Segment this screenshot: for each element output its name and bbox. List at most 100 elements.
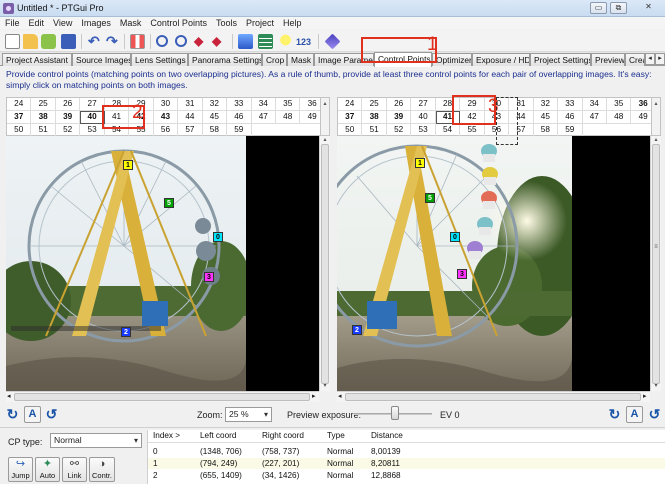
right-image-viewer[interactable]: 1 5 0 3 2: [337, 136, 650, 391]
image-number-cell[interactable]: 30: [153, 98, 179, 111]
control-point-marker-1[interactable]: 1: [123, 160, 133, 170]
close-button[interactable]: ✕: [640, 2, 657, 14]
tab-preview[interactable]: Preview: [591, 53, 625, 66]
right-selector-scrollbar[interactable]: ▴: [651, 97, 661, 136]
image-number-cell[interactable]: 33: [558, 98, 583, 111]
image-number-cell[interactable]: 35: [275, 98, 301, 111]
column-header-distance[interactable]: Distance: [371, 430, 403, 442]
scroll-left-icon[interactable]: ◂: [7, 392, 11, 402]
menu-mask[interactable]: Mask: [115, 17, 146, 29]
undo-icon[interactable]: ↶: [88, 34, 103, 49]
tab-source-images[interactable]: Source Images: [72, 53, 131, 66]
menu-help[interactable]: Help: [278, 17, 306, 29]
menu-project[interactable]: Project: [241, 17, 278, 29]
image-number-cell[interactable]: 37: [7, 111, 32, 124]
left-viewer-hscroll-thumb[interactable]: [14, 393, 310, 401]
column-header-index[interactable]: Index >: [153, 430, 180, 442]
left-image-viewer[interactable]: 1 5 0 3 2: [6, 136, 319, 391]
exposure-slider-thumb[interactable]: [391, 406, 399, 420]
tab-project-settings[interactable]: Project Settings: [530, 53, 591, 66]
scroll-up-icon[interactable]: ▴: [320, 136, 330, 143]
tab-create[interactable]: Crea: [625, 53, 645, 66]
image-number-cell[interactable]: 38: [31, 111, 56, 124]
auto-align-left-button[interactable]: A: [24, 406, 41, 423]
image-number-cell[interactable]: 43: [153, 111, 179, 124]
scroll-down-icon[interactable]: ▾: [320, 382, 330, 389]
menu-images[interactable]: Images: [76, 17, 115, 29]
scroll-up-icon[interactable]: ▴: [654, 101, 657, 107]
control-point-marker-5[interactable]: 5: [425, 193, 435, 203]
save-icon[interactable]: [61, 34, 76, 49]
minimize-button[interactable]: ▭: [590, 2, 607, 14]
redo-icon[interactable]: ↷: [106, 34, 121, 49]
auto-align-right-button[interactable]: A: [626, 406, 643, 423]
zoom-out-icon[interactable]: [175, 35, 187, 47]
numbering-icon[interactable]: 123: [296, 37, 311, 47]
control-point-marker-1[interactable]: 1: [415, 158, 425, 168]
image-number-cell[interactable]: 32: [533, 98, 559, 111]
image-number-cell[interactable]: 47: [251, 111, 276, 124]
rotate-left-icon[interactable]: ↻: [5, 406, 20, 423]
image-number-cell[interactable]: 45: [533, 111, 559, 124]
tab-optimizer[interactable]: Optimizer: [432, 53, 472, 66]
maximize-button[interactable]: ⧉: [610, 2, 627, 14]
menu-view[interactable]: View: [48, 17, 76, 29]
image-number-cell[interactable]: 44: [178, 111, 203, 124]
open-images-icon[interactable]: [41, 34, 56, 49]
menu-file[interactable]: File: [0, 17, 24, 29]
scroll-left-icon[interactable]: ◂: [338, 392, 342, 402]
image-number-cell[interactable]: 39: [386, 111, 412, 124]
control-point-marker-3[interactable]: 3: [457, 269, 467, 279]
menu-edit[interactable]: Edit: [24, 17, 49, 29]
table-row[interactable]: 2 (655, 1409) (34, 1426) Normal 12,8868: [148, 470, 665, 481]
left-selector-scrollbar[interactable]: ▴: [320, 97, 330, 136]
tab-scroll-right-button[interactable]: ▸: [655, 53, 665, 65]
auto-button[interactable]: ✦ Auto: [35, 457, 60, 482]
table-row[interactable]: 1 (794, 249) (227, 201) Normal 8,20811: [148, 458, 665, 469]
column-header-type[interactable]: Type: [327, 430, 345, 442]
right-viewer-hscroll[interactable]: ◂ ▸: [337, 391, 650, 402]
image-number-cell[interactable]: 25: [362, 98, 387, 111]
left-viewer-vscroll-thumb[interactable]: [321, 144, 329, 384]
rotate-left-icon[interactable]: ↻: [607, 406, 622, 423]
right-viewer-hscroll-thumb[interactable]: [345, 393, 641, 401]
image-number-cell[interactable]: 39: [55, 111, 81, 124]
rotate-right-icon[interactable]: ↺: [44, 406, 59, 423]
control-point-marker-2[interactable]: 2: [352, 325, 362, 335]
image-number-cell[interactable]: 26: [386, 98, 412, 111]
rotate-right-icon[interactable]: ↺: [647, 406, 662, 423]
prev-arrow-icon[interactable]: ◆: [194, 34, 209, 49]
image-number-cell[interactable]: 24: [7, 98, 32, 111]
help-book-icon[interactable]: [324, 33, 341, 50]
scroll-up-icon[interactable]: ▴: [323, 101, 326, 107]
menu-tools[interactable]: Tools: [211, 17, 241, 29]
tab-panorama-settings[interactable]: Panorama Settings: [188, 53, 262, 66]
image-number-cell[interactable]: 38: [362, 111, 387, 124]
tab-mask[interactable]: Mask: [287, 53, 314, 66]
right-viewer-vscroll[interactable]: ▴ ≡ ▾: [650, 136, 661, 391]
left-viewer-hscroll[interactable]: ◂ ▸: [6, 391, 319, 402]
panorama-editor-icon[interactable]: [238, 34, 253, 49]
image-number-cell[interactable]: 34: [251, 98, 276, 111]
next-arrow-icon[interactable]: ◆: [212, 34, 227, 49]
scroll-down-icon[interactable]: ▾: [651, 382, 661, 389]
control-point-marker-5[interactable]: 5: [164, 198, 174, 208]
image-number-cell[interactable]: 37: [338, 111, 363, 124]
tab-exposure-hdr[interactable]: Exposure / HDR: [472, 53, 530, 66]
open-folder-icon[interactable]: [23, 34, 38, 49]
cp-type-select[interactable]: Normal: [50, 433, 142, 448]
scroll-right-icon[interactable]: ▸: [312, 392, 316, 402]
tab-crop[interactable]: Crop: [262, 53, 287, 66]
zoom-in-icon[interactable]: [156, 35, 168, 47]
jump-button[interactable]: ↪ Jump: [8, 457, 33, 482]
tab-project-assistant[interactable]: Project Assistant: [2, 53, 72, 66]
right-viewer-vscroll-thumb[interactable]: [652, 144, 660, 384]
scroll-right-icon[interactable]: ▸: [643, 392, 647, 402]
image-number-cell[interactable]: 46: [227, 111, 252, 124]
link-button[interactable]: ⚯ Link: [62, 457, 87, 482]
left-viewer-vscroll[interactable]: ▴ ▾: [319, 136, 330, 391]
image-number-cell[interactable]: 48: [275, 111, 301, 124]
menu-control-points[interactable]: Control Points: [145, 17, 211, 29]
column-header-left-coord[interactable]: Left coord: [200, 430, 236, 442]
control-point-marker-2[interactable]: 2: [121, 327, 131, 337]
